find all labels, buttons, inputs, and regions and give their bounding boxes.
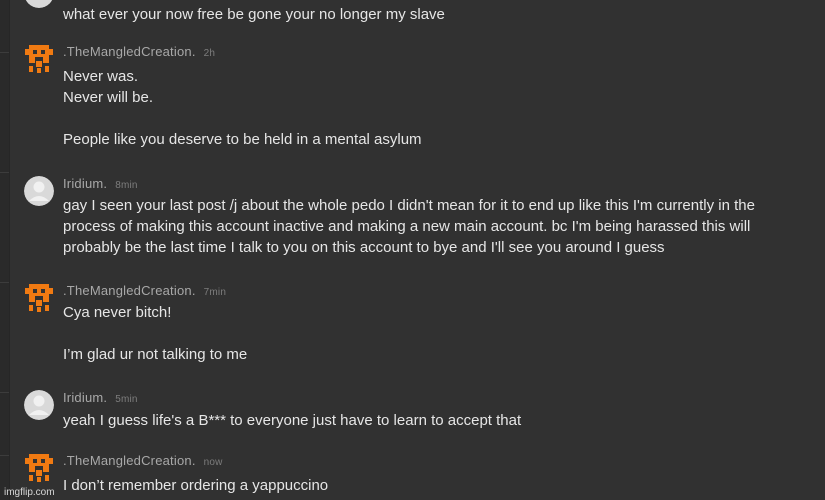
message-text: yeah I guess life's a B*** to everyone j… [63,412,522,429]
default-user-icon[interactable] [24,176,54,206]
message-text: gay I seen your last post /j about the w… [63,197,755,256]
timestamp: 8min [115,180,138,191]
message-text: what ever your now free be gone your no … [63,6,445,23]
author-name[interactable]: .TheMangledCreation. [63,44,196,59]
author-name[interactable]: Iridium. [63,176,107,191]
message-text: Cya never bitch! I’m glad ur not talking… [63,304,248,363]
timestamp: 7min [203,287,227,298]
orange-pixel-skull-icon[interactable] [24,283,54,313]
rail-tick [0,52,9,53]
rail-tick [0,282,9,283]
message-item: Iridium. 8min gay I seen your last post /… [24,176,819,266]
message-header: Iridium. 5min [63,390,138,405]
message-item: what ever your now free be gone your no … [24,0,819,30]
message-text: I don’t remember ordering a yappuccino [63,477,329,494]
rail-tick [0,392,9,393]
message-header: .TheMangledCreation. 2h [63,44,215,59]
message-text: Never was. Never will be. People like yo… [63,68,422,148]
message-item: .TheMangledCreation. 2h Never was. Never … [24,44,819,154]
default-user-icon[interactable] [24,0,54,8]
watermark: imgflip.com [4,487,55,498]
message-header: .TheMangledCreation. now [63,453,223,468]
message-item: Iridium. 5min yeah I guess life's a B*** … [24,390,819,440]
default-user-icon[interactable] [24,390,54,420]
orange-pixel-skull-icon[interactable] [24,44,54,74]
timestamp: now [203,457,223,468]
author-name[interactable]: .TheMangledCreation. [63,453,196,468]
rail-tick [0,455,9,456]
message-item: .TheMangledCreation. 7min Cya never bitch… [24,283,819,373]
author-name[interactable]: Iridium. [63,390,107,405]
message-header: .TheMangledCreation. 7min [63,283,226,298]
message-header: Iridium. 8min [63,176,138,191]
orange-pixel-skull-icon[interactable] [24,453,54,483]
timestamp: 5min [115,394,138,405]
rail-tick [0,172,9,173]
message-item: .TheMangledCreation. now I don’t remember… [24,453,819,500]
author-name[interactable]: .TheMangledCreation. [63,283,196,298]
timestamp: 2h [203,48,216,59]
left-rail [0,0,10,500]
